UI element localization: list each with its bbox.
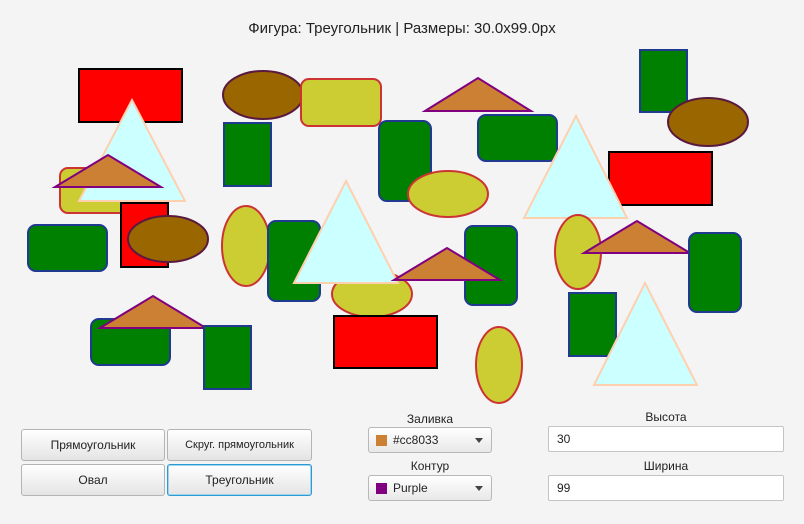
canvas-rectangle[interactable] <box>203 325 252 390</box>
canvas-oval[interactable] <box>222 70 304 120</box>
fill-color-picker[interactable]: #cc8033 <box>368 427 492 453</box>
fill-color-value: #cc8033 <box>393 433 439 447</box>
oval-button[interactable]: Овал <box>21 464 165 496</box>
canvas-oval[interactable] <box>127 215 209 263</box>
height-label: Высота <box>645 410 687 424</box>
stroke-color-swatch <box>376 483 387 494</box>
chevron-down-icon <box>475 438 483 443</box>
stroke-color-picker[interactable]: Purple <box>368 475 492 501</box>
triangle-button[interactable]: Треугольник <box>167 464 312 496</box>
canvas-rectangle[interactable] <box>333 315 438 369</box>
rectangle-button[interactable]: Прямоугольник <box>21 429 165 461</box>
canvas-rectangle[interactable] <box>639 49 688 113</box>
fill-label: Заливка <box>406 412 454 426</box>
canvas-oval[interactable] <box>475 326 523 404</box>
canvas-rectangle[interactable] <box>223 122 272 187</box>
canvas-oval[interactable] <box>667 97 749 147</box>
canvas-rectangle[interactable] <box>608 151 713 206</box>
stroke-color-value: Purple <box>393 481 428 495</box>
canvas-rectangle[interactable] <box>568 292 617 357</box>
canvas-oval[interactable] <box>221 205 271 287</box>
width-input[interactable] <box>548 475 784 501</box>
stroke-label: Контур <box>410 459 450 473</box>
canvas-rounded-rectangle[interactable] <box>300 78 382 127</box>
fill-color-swatch <box>376 435 387 446</box>
canvas-triangle[interactable] <box>421 76 535 112</box>
height-input[interactable] <box>548 426 784 452</box>
canvas-rounded-rectangle[interactable] <box>477 114 558 162</box>
chevron-down-icon <box>475 486 483 491</box>
rounded-rectangle-button[interactable]: Скруг. прямоугольник <box>167 429 312 461</box>
canvas-rounded-rectangle[interactable] <box>688 232 742 313</box>
canvas-oval[interactable] <box>407 170 489 218</box>
canvas-triangle[interactable] <box>96 294 210 329</box>
width-label: Ширина <box>643 459 689 473</box>
canvas-rounded-rectangle[interactable] <box>27 224 108 272</box>
